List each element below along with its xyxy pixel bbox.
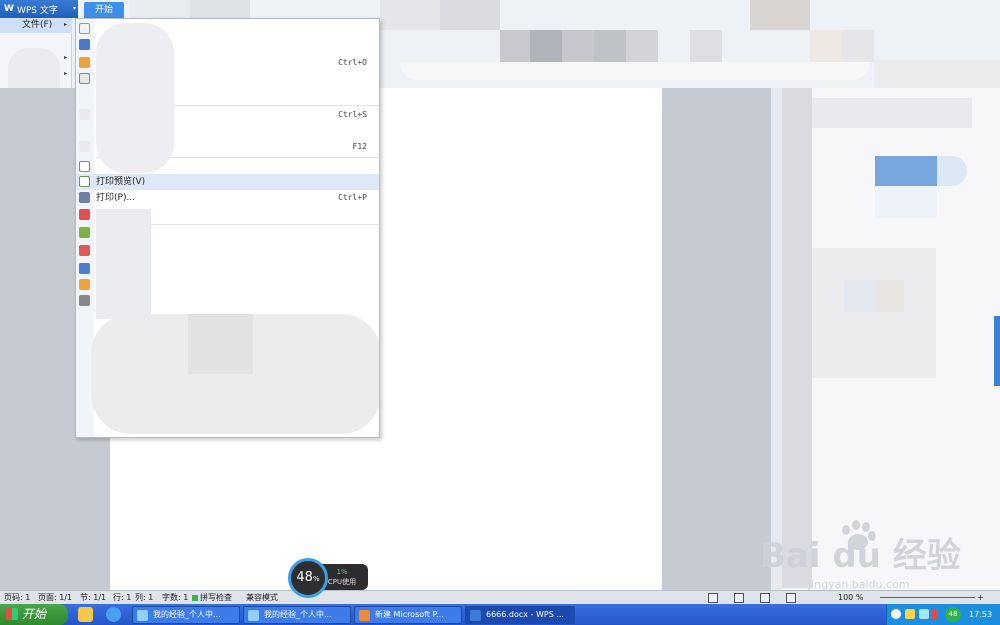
status-word-count[interactable]: 字数: 1 xyxy=(162,591,188,604)
backup-icon xyxy=(79,263,90,274)
baidu-watermark: Bai du 经验 jingyan.baidu.com xyxy=(760,520,970,591)
tray-badge[interactable]: 48 xyxy=(945,607,961,622)
printer-icon xyxy=(79,192,90,203)
start-button[interactable]: 开始 xyxy=(0,604,68,625)
cpu-monitor-widget[interactable]: 1% CPU使用 48% xyxy=(288,558,370,598)
template-icon xyxy=(79,39,90,50)
new-document-icon xyxy=(79,23,90,34)
status-compat-mode: 兼容模式 xyxy=(246,593,278,602)
save-icon xyxy=(79,109,90,120)
zoom-level[interactable]: 100 % xyxy=(838,591,863,604)
status-section: 节: 1/1 xyxy=(80,593,107,602)
status-row: 行: 1 xyxy=(113,593,132,602)
status-bar: 页码: 1 页面: 1/1 节: 1/1 行: 1 列: 1 字数: 1 拼写检… xyxy=(0,590,1000,604)
menu-item-print-preview[interactable]: 打印预览(V) xyxy=(76,174,379,190)
volume-icon[interactable] xyxy=(919,609,929,619)
wps-writer-icon xyxy=(470,610,481,621)
status-spell-check[interactable]: 拼写检查 xyxy=(192,591,232,604)
wps-logo-icon: W xyxy=(4,4,14,14)
windows-taskbar: 开始 我的经验_个人中... 我的经验_个人中... 新建 Microsoft … xyxy=(0,604,1000,625)
mail-icon xyxy=(79,245,90,256)
fullscreen-view-button[interactable] xyxy=(708,593,718,603)
page-setup-icon xyxy=(79,161,90,172)
web-view-button[interactable] xyxy=(786,593,796,603)
watermark-url: jingyan.baidu.com xyxy=(808,578,910,591)
task-label: 新建 Microsoft P... xyxy=(375,610,444,619)
task-label: 我的经验_个人中... xyxy=(264,610,332,619)
file-dropdown-menu: Ctrl+O Ctrl+S F12 打印预览(V) 打印(P)... Ctrl+… xyxy=(75,18,380,438)
print-preview-icon xyxy=(79,176,90,187)
save-as-icon xyxy=(79,141,90,152)
pane-toggle-tab[interactable] xyxy=(994,316,1000,386)
outline-view-button[interactable] xyxy=(760,593,770,603)
clock[interactable]: 17:53 xyxy=(969,604,992,625)
ie-icon xyxy=(137,610,148,621)
blurred-area xyxy=(188,314,253,374)
exit-icon xyxy=(79,295,90,306)
chevron-down-icon: ▾ xyxy=(72,5,76,12)
status-page-code: 页码: 1 xyxy=(4,593,31,602)
taskbar-task[interactable]: 新建 Microsoft P... xyxy=(354,606,462,624)
share-icon xyxy=(79,209,90,220)
task-label: 6666.docx - WPS ... xyxy=(486,610,564,619)
cpu-percent-unit: % xyxy=(312,575,320,583)
chevron-right-icon: ▸ xyxy=(64,54,68,61)
tray-app-icon[interactable] xyxy=(905,609,915,619)
chevron-right-icon: ▸ xyxy=(64,70,68,77)
windows-flag-icon xyxy=(6,608,18,620)
thermometer-icon[interactable] xyxy=(931,609,937,619)
menu-item-print[interactable]: 打印(P)... Ctrl+P xyxy=(76,190,379,206)
chevron-right-icon: ▸ xyxy=(64,21,68,28)
blurred-area xyxy=(96,209,151,319)
spell-check-icon xyxy=(192,594,198,601)
page-view-button[interactable] xyxy=(734,593,744,603)
wps-app-menu-button[interactable]: W WPS 文字 ▾ xyxy=(0,0,78,18)
taskbar-task[interactable]: 我的经验_个人中... xyxy=(132,606,240,624)
properties-icon xyxy=(79,279,90,290)
network-icon[interactable] xyxy=(891,609,901,619)
spell-check-label: 拼写检查 xyxy=(200,593,232,602)
quick-launch-icon[interactable] xyxy=(78,607,93,622)
system-tray: 48 17:53 xyxy=(886,604,1000,625)
cpu-percent: 48 xyxy=(296,570,313,585)
close-document-icon xyxy=(79,73,90,84)
vertical-scrollbar[interactable] xyxy=(770,88,782,590)
memory-usage-circle: 48% xyxy=(288,558,328,598)
right-task-pane xyxy=(782,88,1000,590)
status-col: 列: 1 xyxy=(135,593,154,602)
presentation-icon xyxy=(359,610,370,621)
send-icon xyxy=(79,227,90,238)
file-menu-item[interactable]: 文件(F) xyxy=(0,18,72,33)
task-label: 我的经验_个人中... xyxy=(153,610,221,619)
tab-start[interactable]: 开始 xyxy=(84,2,124,18)
taskbar-task-active[interactable]: 6666.docx - WPS ... xyxy=(465,606,575,624)
zoom-in-icon[interactable]: + xyxy=(977,591,984,604)
taskbar-task[interactable]: 我的经验_个人中... xyxy=(243,606,351,624)
start-label: 开始 xyxy=(22,607,47,621)
blurred-area xyxy=(96,23,174,173)
baidu-paw-icon xyxy=(842,520,876,550)
zoom-slider[interactable] xyxy=(880,597,975,598)
ie-icon xyxy=(248,610,259,621)
browser-icon[interactable] xyxy=(106,607,121,622)
open-folder-icon xyxy=(79,57,90,68)
wps-app-label: WPS 文字 xyxy=(16,5,58,16)
status-pages: 页面: 1/1 xyxy=(38,593,73,602)
